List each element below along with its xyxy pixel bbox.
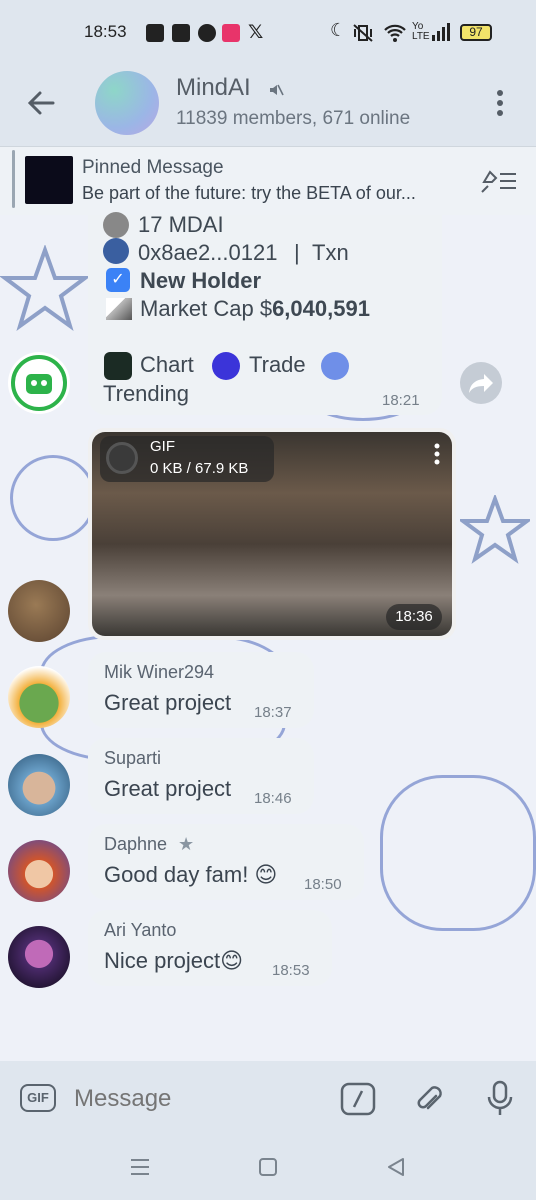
message-input[interactable]: [74, 1080, 324, 1118]
forward-button[interactable]: [460, 362, 502, 404]
group-subtitle: 11839 members, 671 online: [176, 108, 411, 129]
pinned-text: Be part of the future: try the BETA of o…: [82, 183, 416, 203]
message-bubble[interactable]: Mik Winer294 Great project 18:37: [88, 652, 314, 728]
status-bar: [0, 0, 536, 66]
back-nav-icon[interactable]: [386, 1158, 406, 1176]
wifi-icon: [384, 24, 406, 42]
sender-name[interactable]: Ari Yanto: [104, 920, 176, 941]
group-avatar[interactable]: [95, 71, 159, 135]
game-app-icon: [222, 24, 240, 42]
app-icon: [172, 24, 190, 42]
wallpaper-doodle: [380, 775, 536, 931]
gif-size: 0 KB / 67.9 KB: [150, 460, 249, 477]
checkmark-icon: ✓: [106, 268, 130, 292]
market-cap-value: 6,040,591: [272, 296, 370, 321]
sender-name[interactable]: Daphne: [104, 834, 167, 855]
wallet-chart-icon: [103, 238, 129, 264]
pinned-message-bar[interactable]: [0, 146, 536, 216]
gif-menu-icon[interactable]: [430, 442, 444, 466]
message-text: Great project: [104, 690, 232, 715]
more-menu-icon[interactable]: [492, 88, 508, 118]
star-badge-icon: ★: [178, 834, 195, 854]
message-text: Good day fam! 😊: [104, 862, 278, 887]
gif-icon: GIF: [20, 1084, 56, 1112]
message-bubble[interactable]: Suparti Great project 18:46: [88, 738, 314, 814]
mountain-icon: [106, 298, 132, 320]
chat-header: [0, 66, 536, 144]
trending-link[interactable]: Trending: [103, 381, 189, 407]
wallpaper-doodle: [10, 455, 96, 541]
pinned-list-icon[interactable]: [480, 166, 518, 194]
sender-name[interactable]: Mik Winer294: [104, 662, 214, 683]
home-nav-icon[interactable]: [258, 1158, 278, 1176]
new-holder-label: New Holder: [140, 268, 262, 293]
pinned-indicator: [12, 150, 15, 208]
message-bubble[interactable]: Ari Yanto Nice project😊 18:53: [88, 910, 332, 986]
message-bubble[interactable]: Daphne ★ Good day fam! 😊 18:50: [88, 824, 364, 900]
token-amount: 17 MDAI: [138, 212, 224, 237]
coin-icon: [103, 212, 129, 238]
user-avatar[interactable]: [8, 580, 70, 642]
chart-link[interactable]: Chart: [140, 352, 194, 378]
pinned-title: Pinned Message: [82, 157, 224, 178]
trade-icon[interactable]: [212, 352, 240, 380]
market-cap-label: Market Cap $6,040,591: [140, 296, 370, 322]
status-time: 18:53: [84, 22, 127, 41]
group-title[interactable]: MindAI: [176, 74, 251, 102]
chart-icon[interactable]: [104, 352, 132, 380]
message-time: 18:46: [254, 790, 292, 807]
message-time: 18:53: [272, 962, 310, 979]
network-type: Yo LTE: [412, 21, 430, 42]
address-separator: |: [294, 240, 300, 265]
message-time: 18:37: [254, 704, 292, 721]
sender-name[interactable]: Suparti: [104, 748, 161, 769]
pinned-thumbnail: [25, 156, 73, 204]
x-icon: 𝕏: [248, 22, 264, 43]
bot-avatar[interactable]: [8, 352, 70, 414]
star-doodle-icon: [0, 245, 90, 332]
signal-icon: [432, 23, 450, 41]
user-avatar[interactable]: [8, 754, 70, 816]
back-arrow-icon[interactable]: [26, 88, 56, 118]
battery-indicator: 97: [460, 24, 492, 41]
github-icon: [198, 24, 216, 42]
vibrate-muted-icon: [353, 24, 373, 42]
gif-time: 18:36: [386, 604, 442, 630]
user-avatar[interactable]: [8, 926, 70, 988]
gif-button[interactable]: GIF: [20, 1084, 60, 1114]
message-text: Great project: [104, 776, 232, 801]
robot-icon: [11, 355, 67, 411]
microphone-icon[interactable]: [486, 1080, 514, 1118]
message-text: Nice project😊: [104, 948, 244, 973]
holder-address[interactable]: 0x8ae2...0121: [138, 240, 277, 266]
gif-label: GIF: [150, 438, 175, 455]
muted-icon: [270, 84, 284, 96]
market-cap-prefix: Market Cap $: [140, 296, 273, 321]
message-time: 18:21: [382, 392, 420, 409]
attach-icon[interactable]: [414, 1082, 444, 1116]
star-doodle-icon: [460, 495, 530, 564]
bot-commands-icon[interactable]: [340, 1082, 376, 1116]
trade-link[interactable]: Trade: [249, 352, 306, 378]
recents-nav-icon[interactable]: [130, 1158, 150, 1176]
shop-icon: [146, 24, 164, 42]
moon-icon: ☾: [330, 20, 347, 40]
message-time: 18:50: [304, 876, 342, 893]
txn-link[interactable]: Txn: [312, 240, 349, 266]
ethereum-icon[interactable]: [321, 352, 349, 380]
forward-icon: [469, 374, 493, 393]
user-avatar[interactable]: [8, 840, 70, 902]
user-avatar[interactable]: [8, 666, 70, 728]
download-progress-icon[interactable]: [106, 442, 138, 474]
